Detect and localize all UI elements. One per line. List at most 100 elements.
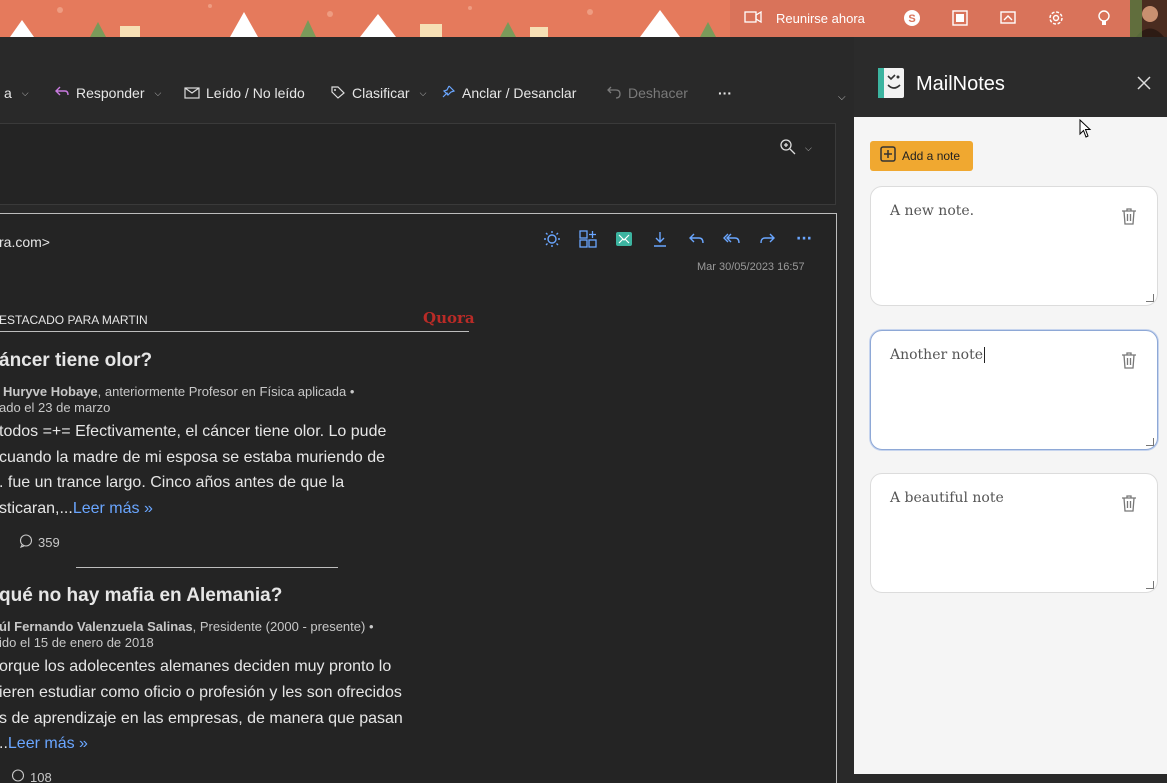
zoom-button[interactable]: ⌵ bbox=[779, 138, 812, 160]
author-credential: , anteriormente Profesor en Física aplic… bbox=[97, 384, 355, 399]
mail-main-area: a ⌵ Responder ⌵ Leído / No leído Clasifi… bbox=[0, 37, 854, 783]
envelope-icon bbox=[184, 85, 200, 102]
read-unread-label: Leído / No leído bbox=[206, 85, 305, 101]
answer-line: orque los adolecentes alemanes deciden m… bbox=[0, 658, 392, 675]
apps-icon[interactable] bbox=[577, 228, 599, 250]
author-credential: , Presidente (2000 - presente) • bbox=[192, 619, 374, 634]
resize-handle-icon[interactable] bbox=[1146, 581, 1154, 589]
undo-icon bbox=[606, 85, 622, 102]
chevron-down-icon: ⌵ bbox=[154, 87, 162, 98]
mailnotes-panel: MailNotes Add a note A new note. Another… bbox=[854, 37, 1167, 774]
pin-unpin-label: Anclar / Desanclar bbox=[462, 85, 577, 101]
add-icon bbox=[880, 146, 896, 166]
banner-illustration bbox=[0, 0, 730, 37]
classify-button[interactable]: Clasificar ⌵ bbox=[330, 73, 426, 113]
answer-line: cuando la madre de mi esposa se estaba m… bbox=[0, 449, 386, 466]
author-name[interactable]: Huryve Hobaye bbox=[3, 384, 98, 399]
reply-label: Responder bbox=[76, 85, 145, 101]
add-note-label: Add a note bbox=[902, 149, 961, 163]
office-icon[interactable] bbox=[948, 6, 972, 30]
message-header-pane: ⌵ bbox=[0, 123, 836, 205]
trash-icon[interactable] bbox=[1121, 494, 1137, 512]
reply-all-icon[interactable] bbox=[721, 228, 743, 250]
comment-icon bbox=[19, 534, 33, 551]
read-unread-button[interactable]: Leído / No leído bbox=[184, 73, 305, 113]
whiteboard-icon[interactable] bbox=[996, 6, 1020, 30]
meet-now-label: Reunirse ahora bbox=[776, 10, 865, 26]
more-actions-icon[interactable]: ··· bbox=[793, 228, 815, 250]
answer-line: todos =+= Efectivamente, el cáncer tiene… bbox=[0, 423, 387, 440]
chevron-down-icon: ⌵ bbox=[21, 87, 29, 98]
sun-icon[interactable] bbox=[541, 228, 563, 250]
command-ribbon: a ⌵ Responder ⌵ Leído / No leído Clasifi… bbox=[0, 73, 854, 113]
undo-button[interactable]: Deshacer bbox=[606, 73, 688, 113]
lightbulb-icon[interactable] bbox=[1092, 6, 1116, 30]
read-more-link[interactable]: Leer más » bbox=[8, 735, 88, 752]
note-textarea[interactable]: A new note. bbox=[870, 186, 1158, 306]
comment-count[interactable]: 108 bbox=[11, 769, 52, 783]
classify-label: Clasificar bbox=[352, 85, 410, 101]
trash-icon[interactable] bbox=[1121, 351, 1137, 369]
partial-ribbon-label: a bbox=[4, 85, 12, 101]
ribbon-expand-chevron-icon[interactable]: ⌵ bbox=[838, 77, 846, 117]
mailnotes-logo-icon bbox=[876, 67, 908, 99]
zoom-icon bbox=[779, 138, 797, 160]
question-title[interactable]: qué no hay mafia en Alemania? bbox=[0, 585, 282, 607]
top-banner: Reunirse ahora S bbox=[0, 0, 1167, 37]
pin-icon bbox=[440, 85, 456, 102]
comment-count-value: 108 bbox=[30, 770, 52, 783]
note-text-value: Another note bbox=[890, 347, 983, 363]
chevron-down-icon: ⌵ bbox=[805, 144, 812, 154]
banner-pattern bbox=[0, 0, 730, 37]
digest-divider bbox=[0, 331, 469, 332]
sender-address: ra.com> bbox=[0, 234, 50, 250]
download-icon[interactable] bbox=[649, 228, 671, 250]
answer-line-last: ..Leer más » bbox=[0, 735, 88, 753]
answer-line-last: sticaran,...Leer más » bbox=[0, 500, 153, 518]
add-note-button[interactable]: Add a note bbox=[870, 141, 973, 171]
close-icon[interactable] bbox=[1136, 75, 1156, 95]
author-name[interactable]: úl Fernando Valenzuela Salinas bbox=[0, 619, 193, 634]
trash-icon[interactable] bbox=[1121, 207, 1137, 225]
mailnotes-header: MailNotes bbox=[854, 37, 1167, 117]
note-text: A new note. bbox=[890, 203, 975, 219]
svg-text:S: S bbox=[908, 13, 915, 25]
question-title[interactable]: áncer tiene olor? bbox=[0, 350, 152, 372]
settings-icon[interactable] bbox=[1044, 6, 1068, 30]
answer-date: ido el 15 de enero de 2018 bbox=[0, 635, 154, 650]
note-textarea[interactable]: Another note bbox=[870, 330, 1158, 450]
resize-handle-icon[interactable] bbox=[1146, 438, 1154, 446]
partial-ribbon-item[interactable]: a ⌵ bbox=[4, 73, 29, 113]
video-icon bbox=[744, 10, 762, 27]
more-icon: ··· bbox=[718, 85, 732, 101]
skype-icon[interactable]: S bbox=[900, 6, 924, 30]
reply-button[interactable]: Responder ⌵ bbox=[54, 73, 161, 113]
digest-header: ESTACADO PARA MARTIN bbox=[0, 313, 148, 327]
quora-logo: Quora bbox=[423, 309, 475, 327]
question-divider bbox=[76, 567, 338, 568]
answer-author-line: Huryve Hobaye, anteriormente Profesor en… bbox=[3, 384, 354, 399]
answer-author-line: úl Fernando Valenzuela Salinas, Presiden… bbox=[0, 619, 374, 634]
meet-now-button[interactable]: Reunirse ahora bbox=[744, 5, 865, 31]
read-more-link[interactable]: Leer más » bbox=[73, 500, 153, 517]
reply-icon[interactable] bbox=[685, 228, 707, 250]
resize-handle-icon[interactable] bbox=[1146, 294, 1154, 302]
note-text: Another note bbox=[890, 347, 985, 363]
answer-line: ieren estudiar como oficio o profesión y… bbox=[0, 684, 402, 701]
message-date: Mar 30/05/2023 16:57 bbox=[697, 261, 805, 273]
note-textarea[interactable]: A beautiful note bbox=[870, 473, 1158, 593]
pin-unpin-button[interactable]: Anclar / Desanclar bbox=[440, 73, 576, 113]
tag-icon bbox=[330, 85, 346, 102]
comment-icon bbox=[11, 769, 25, 783]
comment-count-value: 359 bbox=[38, 535, 60, 550]
answer-line: s de aprendizaje en las empresas, de man… bbox=[0, 710, 403, 727]
mailnotes-icon[interactable] bbox=[613, 228, 635, 250]
forward-icon[interactable] bbox=[757, 228, 779, 250]
note-text: A beautiful note bbox=[890, 490, 1004, 506]
text-cursor bbox=[983, 347, 985, 363]
comment-count[interactable]: 359 bbox=[19, 534, 60, 551]
avatar[interactable] bbox=[1130, 0, 1167, 37]
mouse-cursor-icon bbox=[1079, 118, 1093, 139]
answer-text: sticaran,... bbox=[0, 500, 73, 517]
more-commands-button[interactable]: ··· bbox=[718, 73, 732, 113]
